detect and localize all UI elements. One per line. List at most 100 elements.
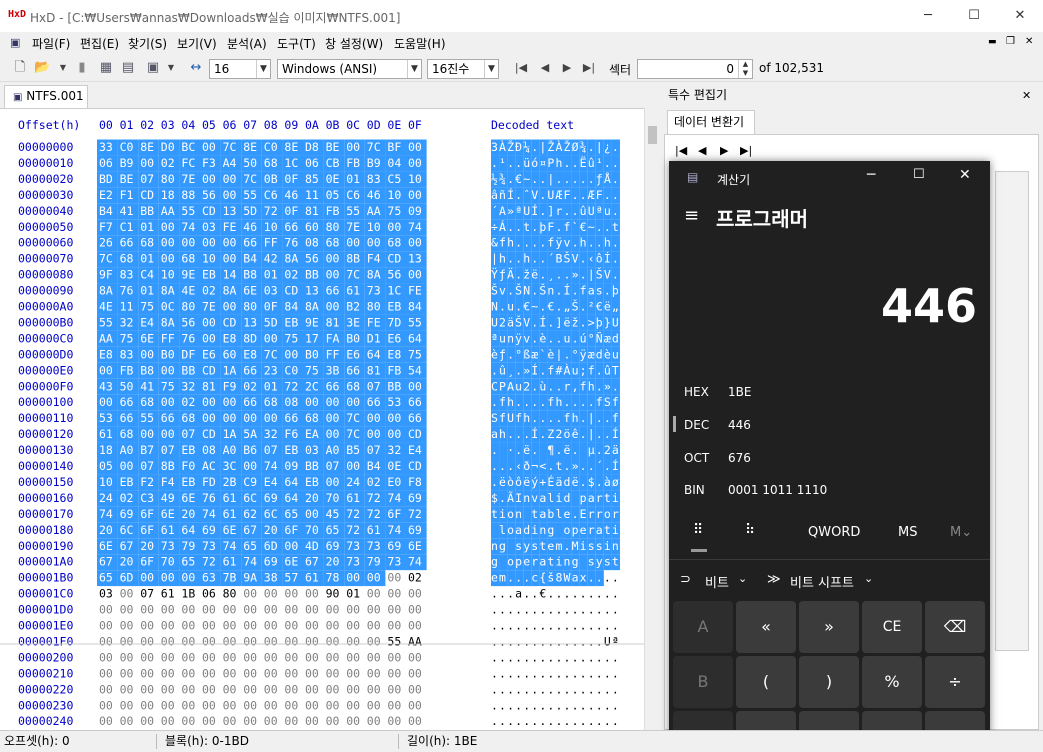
decoded-char[interactable]: | [588,268,595,282]
decoded-char[interactable]: . [523,236,530,250]
decoded-char[interactable]: u [507,300,514,314]
decoded-char[interactable]: h [523,252,530,266]
decoded-char[interactable]: n [539,523,546,537]
hex-byte[interactable]: 00 [387,603,401,617]
decoded-char[interactable]: . [499,714,506,728]
hex-byte[interactable]: 8A [161,284,175,298]
decoded-char[interactable]: . [612,236,619,250]
decoded-char[interactable]: . [515,363,522,377]
hex-byte[interactable]: 00 [202,714,216,728]
hex-byte[interactable]: 80 [223,587,237,601]
hex-byte[interactable]: E8 [243,347,257,361]
decoded-char[interactable]: ¤ [539,156,546,170]
decoded-char[interactable]: i [531,523,538,537]
hex-byte[interactable]: 00 [326,682,340,696]
hex-byte[interactable]: C3 [140,491,154,505]
decoded-char[interactable]: a [515,587,522,601]
decoded-char[interactable]: ´ [547,252,554,266]
hex-byte[interactable]: 4E [181,284,195,298]
last-sector-icon[interactable]: ▶| [581,60,597,76]
decoded-char[interactable]: . [531,140,538,154]
hex-byte[interactable]: BE [326,140,340,154]
decoded-char[interactable]: . [531,284,538,298]
hex-byte[interactable]: 00 [99,395,113,409]
hex-byte[interactable]: 00 [181,698,195,712]
decoded-char[interactable]: æ [588,347,595,361]
decoded-char[interactable]: . [604,459,611,473]
decoded-char[interactable]: r [596,491,603,505]
decoded-char[interactable]: ` [539,347,546,361]
decoded-char[interactable]: h [604,236,611,250]
decoded-char[interactable]: h [499,252,506,266]
decoded-char[interactable]: . [547,379,554,393]
hex-byte[interactable]: 00 [161,619,175,633]
hex-byte[interactable]: C1 [120,220,134,234]
decoded-char[interactable]: i [555,555,562,569]
scrollbar-thumb[interactable] [648,126,657,144]
hex-byte[interactable]: 02 [181,395,195,409]
decoded-char[interactable]: Ã [507,490,514,505]
decoded-char[interactable]: Ñ [596,330,603,345]
hex-byte[interactable]: BB [181,363,195,377]
hex-byte[interactable]: 20 [181,507,195,521]
decoded-char[interactable]: . [523,587,530,601]
decoded-char[interactable]: Š [596,267,603,282]
decoded-char[interactable]: . [531,443,538,457]
hex-byte[interactable]: 55 [387,634,401,648]
hex-byte[interactable]: 00 [284,634,298,648]
decoded-char[interactable]: ~ [531,300,538,314]
hex-byte[interactable]: 00 [140,427,154,441]
decoded-char[interactable]: . [580,698,587,712]
decoded-char[interactable]: T [612,363,619,377]
hex-byte[interactable]: 69 [202,523,216,537]
decoded-char[interactable]: Ë [580,155,587,170]
hex-byte[interactable]: C5 [387,172,401,186]
hex-byte[interactable]: C6 [264,188,278,202]
hex-byte[interactable]: 05 [99,459,113,473]
decoded-char[interactable]: Æ [555,188,562,202]
hex-byte[interactable]: 20 [120,555,134,569]
hex-byte[interactable]: 80 [326,220,340,234]
hex-byte[interactable]: 00 [264,619,278,633]
hex-byte[interactable]: 00 [181,603,195,617]
decoded-char[interactable]: . [531,603,538,617]
hex-byte[interactable]: 00 [387,650,401,664]
hex-byte[interactable]: 00 [140,698,154,712]
decoded-char[interactable]: . [515,682,522,696]
hex-byte[interactable]: FB [387,363,401,377]
decoded-char[interactable]: i [612,491,619,505]
hex-byte[interactable]: 00 [243,587,257,601]
hex-byte[interactable]: EB [284,315,298,329]
hex-byte[interactable]: FC [181,156,195,170]
hex-byte[interactable]: 10 [264,220,278,234]
decoded-char[interactable]: ý [531,475,538,489]
hex-byte[interactable]: A0 [326,443,340,457]
decoded-char[interactable]: . [572,634,579,648]
decoded-char[interactable]: . [515,698,522,712]
decoded-char[interactable]: . [564,347,571,361]
decoded-char[interactable]: r [596,507,603,521]
hex-byte[interactable]: 00 [264,587,278,601]
hex-byte[interactable]: 00 [181,571,195,585]
hex-byte[interactable]: 00 [367,650,381,664]
decoded-char[interactable]: „ [564,300,571,314]
decoded-char[interactable]: . [499,300,506,314]
hex-byte[interactable]: B0 [346,331,360,345]
decoded-char[interactable]: · [507,443,514,457]
decoded-char[interactable]: . [547,650,554,664]
hex-byte[interactable]: 61 [99,427,113,441]
hex-byte[interactable]: 00 [305,395,319,409]
menu-tools[interactable]: 도구(T) [277,35,316,52]
hex-byte[interactable]: F7 [99,220,113,234]
decoded-char[interactable]: s [588,555,595,569]
hex-byte[interactable]: 8A [284,252,298,266]
decoded-char[interactable]: . [539,172,546,186]
decoded-char[interactable]: . [491,156,498,170]
hex-byte[interactable]: 00 [346,571,360,585]
decoded-char[interactable]: . [604,714,611,728]
decoded-char[interactable]: n [523,491,530,505]
decoded-char[interactable]: . [539,252,546,266]
hex-byte[interactable]: 75 [161,379,175,393]
hex-byte[interactable]: CD [284,284,298,298]
decoded-char[interactable]: . [531,252,538,266]
